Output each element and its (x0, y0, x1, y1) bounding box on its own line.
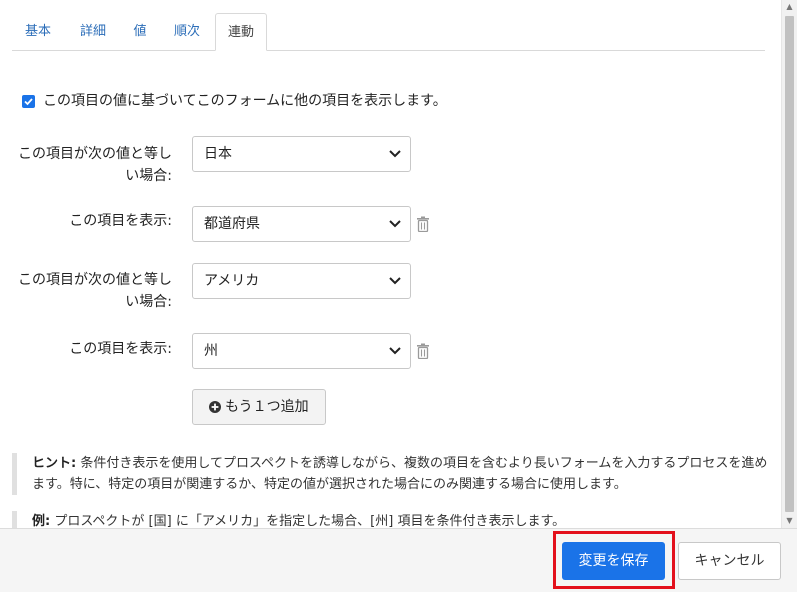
condition-label: この項目が次の値と等し い場合: (18, 146, 172, 184)
chevron-down-icon (389, 277, 401, 285)
trash-icon[interactable] (416, 216, 430, 232)
cancel-button[interactable]: キャンセル (678, 542, 781, 580)
tab-bar: 基本 詳細 値 順次 連動 (12, 13, 765, 51)
hint-body: 条件付き表示を使用してプロスペクトを誘導しながら、複数の項目を含むより長いフォー… (32, 456, 768, 492)
tab-order[interactable]: 順次 (164, 13, 210, 51)
chevron-down-icon (389, 150, 401, 158)
hint-text: ヒント: 条件付き表示を使用してプロスペクトを誘導しながら、複数の項目を含むより… (12, 453, 772, 495)
check-icon (24, 98, 33, 106)
show-field-label: この項目を表示: (69, 213, 172, 229)
tab-basic[interactable]: 基本 (12, 13, 64, 51)
scroll-thumb[interactable] (785, 16, 794, 512)
condition-value-select[interactable]: アメリカ (192, 263, 411, 299)
save-changes-button[interactable]: 変更を保存 (562, 542, 665, 580)
condition-label: この項目が次の値と等し い場合: (18, 272, 172, 310)
hint-prefix: ヒント: (32, 456, 77, 471)
dependent-checkbox[interactable] (22, 95, 35, 108)
example-prefix: 例: (32, 514, 51, 528)
tab-details[interactable]: 詳細 (70, 13, 116, 51)
add-another-label: もう１つ追加 (225, 399, 309, 415)
tab-dependent[interactable]: 連動 (215, 13, 267, 51)
show-field-label: この項目を表示: (69, 341, 172, 357)
example-text: 例: プロスペクトが [国] に「アメリカ」を指定した場合、[州] 項目を条件付… (12, 511, 772, 528)
add-another-button[interactable]: もう１つ追加 (192, 389, 326, 425)
chevron-down-icon (389, 220, 401, 228)
trash-icon[interactable] (416, 343, 430, 359)
scroll-up-icon[interactable]: ▲ (782, 0, 797, 14)
example-body: プロスペクトが [国] に「アメリカ」を指定した場合、[州] 項目を条件付き表示… (50, 514, 566, 528)
chevron-down-icon (389, 347, 401, 355)
dependent-checkbox-label: この項目の値に基づいてこのフォームに他の項目を表示します。 (43, 93, 447, 109)
show-field-select[interactable]: 州 (192, 333, 411, 369)
condition-value-select[interactable]: 日本 (192, 136, 411, 172)
tab-values[interactable]: 値 (124, 13, 156, 51)
vertical-scrollbar[interactable]: ▲ ▼ (781, 0, 797, 528)
scroll-down-icon[interactable]: ▼ (782, 514, 797, 528)
show-field-select[interactable]: 都道府県 (192, 206, 411, 242)
plus-circle-icon (209, 401, 221, 413)
